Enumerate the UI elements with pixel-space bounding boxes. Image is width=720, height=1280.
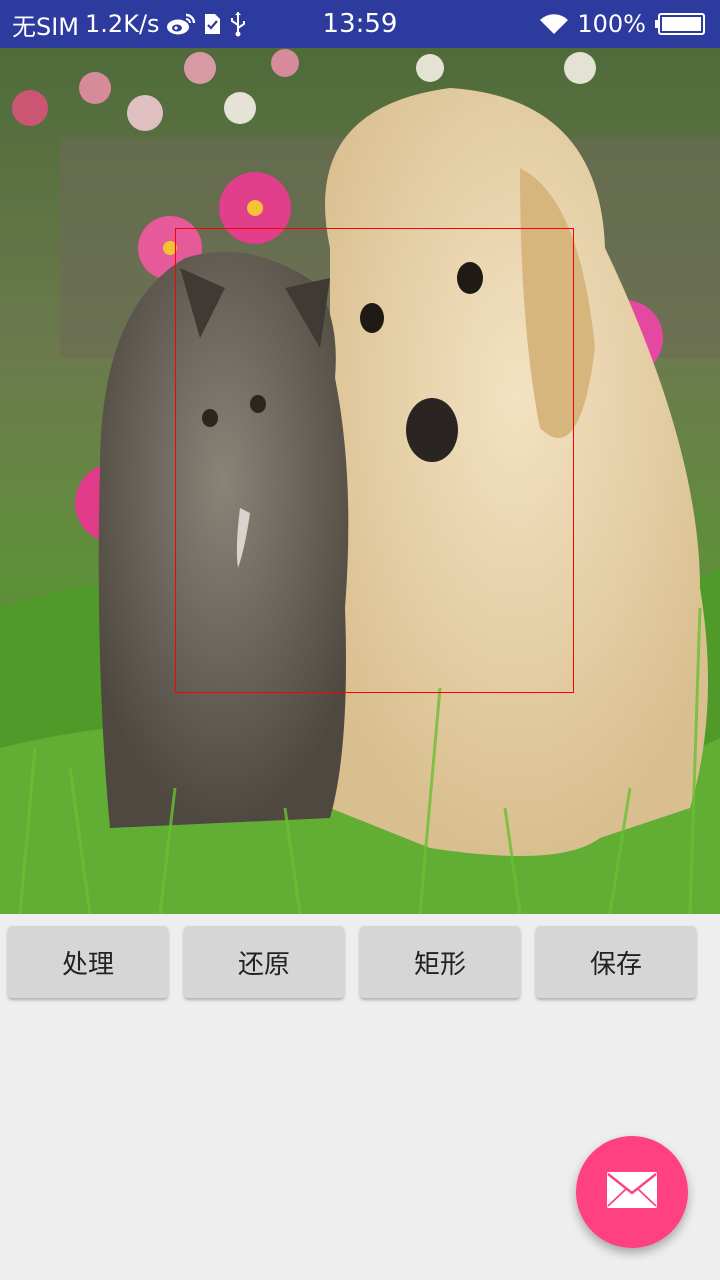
battery-percent: 100% [577,10,646,38]
wifi-icon [539,12,569,36]
process-button[interactable]: 处理 [8,926,168,998]
selection-rectangle[interactable] [175,228,574,693]
restore-button[interactable]: 还原 [184,926,344,998]
mail-icon [606,1171,658,1213]
status-bar: 无SIM 1.2K/s 13:59 100% [0,0,720,48]
mail-fab-button[interactable] [576,1136,688,1248]
rectangle-button[interactable]: 矩形 [360,926,520,998]
battery-icon [654,12,706,36]
status-right: 100% [539,0,706,48]
action-buttons: 处理 还原 矩形 保存 [8,926,712,998]
save-button[interactable]: 保存 [536,926,696,998]
puppy-kitten-photo [0,48,720,914]
